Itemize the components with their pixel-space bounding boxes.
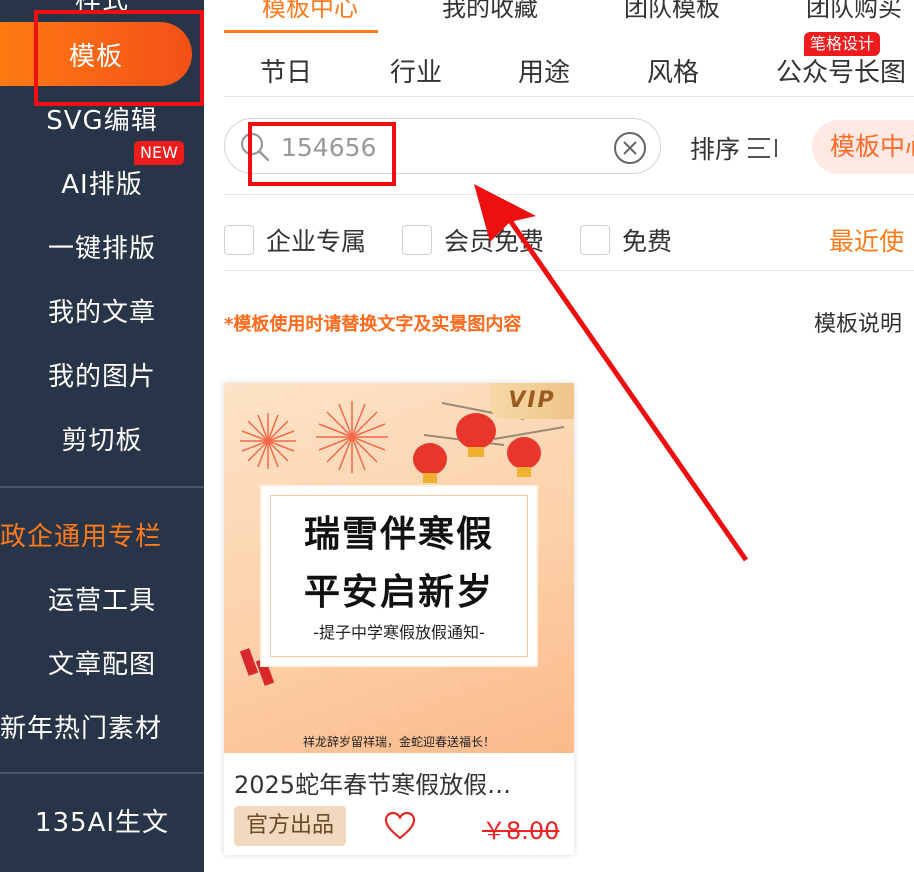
sidebar-item-article-images[interactable]: 文章配图 xyxy=(0,634,204,690)
price: ￥8.00 xyxy=(482,817,560,845)
category-usage[interactable]: 用途 xyxy=(518,52,570,89)
poster-subtitle: -提子中学寒假放假通知- xyxy=(313,623,485,642)
heart-icon[interactable] xyxy=(384,811,416,841)
tab-team-templates[interactable]: 团队模板 xyxy=(624,0,720,23)
poster-title-line2: 平安启新岁 xyxy=(303,572,494,613)
poster-title-line1: 瑞雪伴寒假 xyxy=(303,514,494,555)
template-explain-link[interactable]: 模板说明 xyxy=(814,306,902,338)
sidebar-item-clipboard[interactable]: 剪切板 xyxy=(0,410,204,466)
filter-label: 企业专属 xyxy=(266,227,367,256)
category-festival[interactable]: 节日 xyxy=(260,52,312,89)
divider xyxy=(224,194,914,195)
template-center-pill[interactable]: 模板中心 xyxy=(812,120,914,174)
poster-footer-text: 祥龙辞岁留祥瑞，金蛇迎春送福长！ xyxy=(302,735,495,749)
active-tab-underline xyxy=(224,30,378,33)
checkbox[interactable] xyxy=(402,225,432,255)
tab-team-purchase[interactable]: 团队购买 xyxy=(806,0,902,23)
sort-label: 排序 xyxy=(690,135,741,164)
filter-enterprise[interactable]: 企业专属 xyxy=(224,222,366,258)
sidebar-item-new-year-materials[interactable]: 新年热门素材 xyxy=(0,698,204,754)
filter-free[interactable]: 免费 xyxy=(580,222,672,258)
tab-template-center[interactable]: 模板中心 xyxy=(262,0,358,23)
filter-member-free[interactable]: 会员免费 xyxy=(402,222,544,258)
sidebar-item-135ai[interactable]: 135AI生文 xyxy=(0,792,204,848)
sidebar-divider xyxy=(0,486,204,488)
divider xyxy=(224,96,914,97)
clear-icon[interactable] xyxy=(613,131,647,165)
sort-icon xyxy=(748,138,778,158)
sidebar-item-my-articles[interactable]: 我的文章 xyxy=(0,282,204,338)
official-badge: 官方出品 xyxy=(234,806,347,846)
sidebar-item-ops-tools[interactable]: 运营工具 xyxy=(0,570,204,626)
filter-label: 免费 xyxy=(622,227,673,256)
checkbox[interactable] xyxy=(224,225,254,255)
sort-button[interactable]: 排序 xyxy=(690,130,780,166)
template-title[interactable]: 2025蛇年春节寒假放假… xyxy=(234,765,564,800)
category-badge: 笔格设计 xyxy=(804,32,881,56)
usage-notice: *模板使用时请替换文字及实景图内容 xyxy=(224,314,522,335)
category-style[interactable]: 风格 xyxy=(647,52,699,89)
sidebar-item-one-click-layout[interactable]: 一键排版 xyxy=(0,218,204,274)
new-badge: NEW xyxy=(134,141,184,165)
template-card[interactable]: VIP 瑞雪伴寒假 平安启新岁 -提子中学寒假放假通知- 祥龙辞岁留祥瑞，金蛇迎… xyxy=(224,383,574,855)
template-thumbnail[interactable]: VIP 瑞雪伴寒假 平安启新岁 -提子中学寒假放假通知- 祥龙辞岁留祥瑞，金蛇迎… xyxy=(224,383,574,753)
filter-label: 会员免费 xyxy=(444,227,545,256)
category-long-image[interactable]: 公众号长图 xyxy=(776,52,906,89)
sidebar-item-my-images[interactable]: 我的图片 xyxy=(0,346,204,402)
recent-used-link[interactable]: 最近使 xyxy=(829,222,904,258)
poster-frame: 瑞雪伴寒假 平安启新岁 -提子中学寒假放假通知- xyxy=(260,485,538,667)
sidebar: 样式 模板 SVG编辑 AI排版 NEW 一键排版 我的文章 我的图片 剪切板 … xyxy=(0,0,204,872)
sidebar-item-gov-column[interactable]: 政企通用专栏 xyxy=(0,506,204,562)
annotation-box-search xyxy=(248,122,396,186)
annotation-box-templates xyxy=(34,10,204,106)
category-industry[interactable]: 行业 xyxy=(390,52,442,89)
tab-my-favorites[interactable]: 我的收藏 xyxy=(442,0,538,23)
checkbox[interactable] xyxy=(580,225,610,255)
sidebar-divider xyxy=(0,772,204,774)
divider xyxy=(224,270,914,271)
vip-badge: VIP xyxy=(490,383,574,419)
